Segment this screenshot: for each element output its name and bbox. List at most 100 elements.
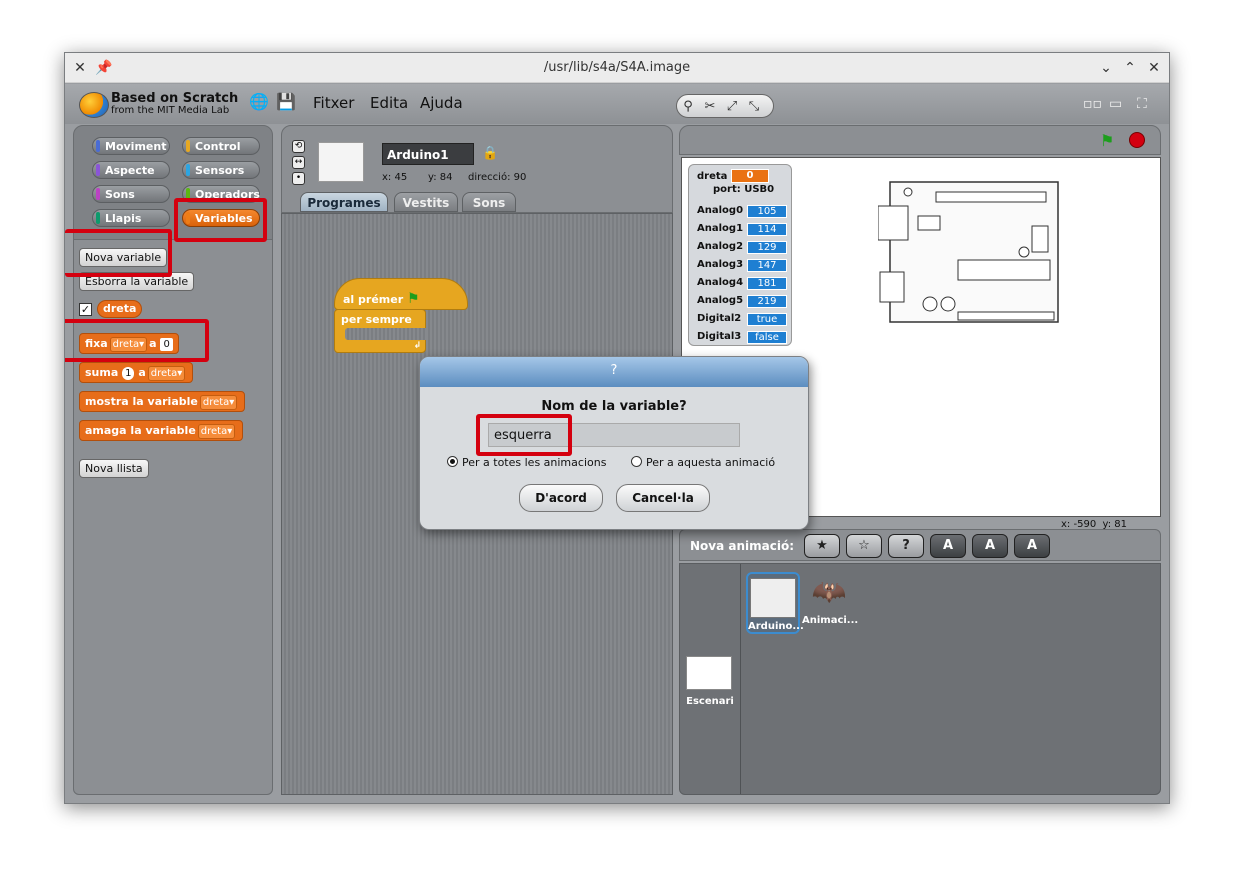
new-list-button[interactable]: Nova llista xyxy=(79,459,149,478)
stamp-icon[interactable]: ⚲ xyxy=(677,96,699,118)
hide-variable-block[interactable]: amaga la variable dreta▾ xyxy=(79,420,244,441)
globe-icon[interactable]: 🌐 xyxy=(249,93,269,111)
dialog-title: ? xyxy=(420,357,808,387)
divider xyxy=(740,564,741,794)
when-flag-clicked-block[interactable]: al prémer ⚑ xyxy=(334,278,468,310)
category-color xyxy=(96,140,100,152)
title-bar: ✕ 📌 /usr/lib/s4a/S4A.image ⌄ ⌃ ✕ xyxy=(65,53,1169,83)
forever-block[interactable]: per sempre ↲ xyxy=(334,309,426,353)
cancel-button[interactable]: Cancel·la xyxy=(616,484,710,512)
new-sprite-label: Nova animació: xyxy=(690,539,795,553)
sprite-tile-arduino[interactable]: Arduino... xyxy=(746,572,804,634)
green-flag-icon: ⚑ xyxy=(406,291,420,307)
scissors-icon[interactable]: ✂ xyxy=(699,96,721,118)
variable-reporter[interactable]: dreta xyxy=(97,300,143,318)
loop-arrow-icon: ↲ xyxy=(413,341,421,351)
arduino-sprite-thumb xyxy=(750,578,796,618)
category-moviment[interactable]: Moviment xyxy=(92,137,170,155)
tab-sons[interactable]: Sons xyxy=(462,192,516,212)
radio-unselected-icon xyxy=(631,456,642,467)
close-icon[interactable]: ✕ xyxy=(1145,59,1163,77)
number-input[interactable]: 1 xyxy=(122,367,135,380)
minimize-icon[interactable]: ⌄ xyxy=(1097,59,1115,77)
radio-selected-icon xyxy=(447,456,458,467)
forever-slot xyxy=(345,328,426,340)
sprite-tile-bat[interactable]: 🦇 Animaci... xyxy=(802,572,858,634)
sprite-thumbnail xyxy=(318,142,364,182)
s4a-logo xyxy=(79,92,109,118)
tab-programes[interactable]: Programes xyxy=(300,192,388,212)
small-stage-icon[interactable]: ▫▫ xyxy=(1083,96,1103,112)
sprite-name-field[interactable]: Arduino1 xyxy=(382,143,474,165)
variable-dropdown[interactable]: dreta▾ xyxy=(199,395,238,410)
shrink-icon[interactable]: ⤡ xyxy=(743,96,765,118)
sprite-x: 45 xyxy=(394,172,408,183)
board-import-icon[interactable]: A xyxy=(1014,534,1050,558)
stage-bar: ⚑ xyxy=(679,125,1161,155)
change-variable-block[interactable]: suma 1 a dreta▾ xyxy=(79,362,194,383)
new-sprite-bar: Nova animació: ★ ☆ ? A A A xyxy=(679,529,1161,561)
category-aspecte[interactable]: Aspecte xyxy=(92,161,170,179)
tool-group: ⚲ ✂ ⤢ ⤡ xyxy=(676,94,774,118)
analog5-value: 219 xyxy=(747,295,787,308)
stage-preview xyxy=(686,656,732,690)
highlight-variable-name xyxy=(476,414,572,456)
save-icon[interactable]: 💾 xyxy=(276,93,296,111)
var-monitor-value: 0 xyxy=(731,169,769,183)
grow-icon[interactable]: ⤢ xyxy=(721,96,743,118)
digital2-value: true xyxy=(747,313,787,326)
no-rotate-icon[interactable]: • xyxy=(292,172,305,185)
variable-dropdown[interactable]: dreta▾ xyxy=(147,366,186,381)
digital3-value: false xyxy=(747,331,787,344)
analog2-value: 129 xyxy=(747,241,787,254)
highlight-variables-category xyxy=(174,198,267,242)
option-this-sprite[interactable]: Per a aquesta animació xyxy=(631,456,775,469)
green-flag-button[interactable]: ⚑ xyxy=(1100,131,1114,150)
variable-dropdown[interactable]: dreta▾ xyxy=(197,424,236,439)
open-sprite-icon[interactable]: ☆ xyxy=(846,534,882,558)
arduino-board-sprite[interactable] xyxy=(878,178,1062,328)
flip-lr-icon[interactable]: ↔ xyxy=(292,156,305,169)
sprites-panel: Escenari Arduino... 🦇 Animaci... xyxy=(679,563,1161,795)
category-llapis[interactable]: Llapis xyxy=(92,209,170,227)
menu-help[interactable]: Ajuda xyxy=(420,94,463,112)
category-color xyxy=(186,164,190,176)
analog3-value: 147 xyxy=(747,259,787,272)
rotate-all-icon[interactable]: ⟲ xyxy=(292,140,305,153)
option-all-sprites[interactable]: Per a totes les animacions xyxy=(447,456,606,469)
analog0-value: 105 xyxy=(747,205,787,218)
paint-sprite-icon[interactable]: ★ xyxy=(804,534,840,558)
lock-icon[interactable]: 🔒 xyxy=(482,146,498,161)
maximize-icon[interactable]: ⌃ xyxy=(1121,59,1139,77)
stop-button[interactable] xyxy=(1129,132,1145,148)
category-sons[interactable]: Sons xyxy=(92,185,170,203)
menu-file[interactable]: Fitxer xyxy=(313,94,354,112)
variable-checkbox[interactable]: ✓ xyxy=(79,303,92,316)
sprite-header: ⟲ ↔ • Arduino1 🔒 x: 45 y: 84 direcció: 9… xyxy=(281,125,673,213)
ok-button[interactable]: D'acord xyxy=(519,484,603,512)
category-color xyxy=(96,164,100,176)
analog1-value: 114 xyxy=(747,223,787,236)
category-sensors[interactable]: Sensors xyxy=(182,161,260,179)
board-sprite-icon[interactable]: A xyxy=(930,534,966,558)
board-edit-icon[interactable]: A xyxy=(972,534,1008,558)
brand-title: Based on Scratch xyxy=(111,91,239,106)
show-variable-block[interactable]: mostra la variable dreta▾ xyxy=(79,391,246,412)
menu-edit[interactable]: Edita xyxy=(370,94,408,112)
sprite-direction: 90 xyxy=(513,172,527,183)
category-control[interactable]: Control xyxy=(182,137,260,155)
analog4-value: 181 xyxy=(747,277,787,290)
menu-bar: Based on Scratch from the MIT Media Lab … xyxy=(65,84,1169,124)
sprite-y: 84 xyxy=(439,172,453,183)
stage-thumbnail[interactable]: Escenari xyxy=(686,656,734,736)
category-color xyxy=(96,212,100,224)
port-label: port: USB0 xyxy=(713,184,775,195)
random-sprite-icon[interactable]: ? xyxy=(888,534,924,558)
window-title: /usr/lib/s4a/S4A.image xyxy=(543,60,691,75)
normal-stage-icon[interactable]: ▭ xyxy=(1109,96,1129,112)
presentation-icon[interactable]: ⛶ xyxy=(1137,96,1157,112)
var-monitor-label: dreta xyxy=(697,171,728,182)
tab-vestits[interactable]: Vestits xyxy=(394,192,458,212)
bat-sprite-icon: 🦇 xyxy=(811,575,847,608)
board-monitor: dreta 0 port: USB0 Analog0 105 Analog1 114… xyxy=(688,164,792,346)
